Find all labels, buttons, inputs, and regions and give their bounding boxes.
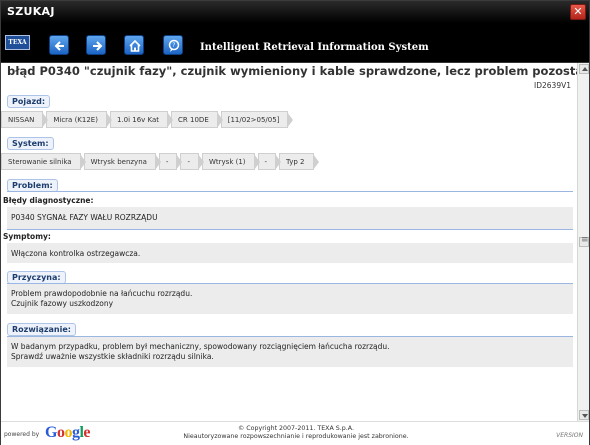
system-label: System: [7, 137, 54, 150]
vehicle-crumb: 1.0i 16v Kat [109, 111, 174, 128]
errors-label: Błędy diagnostyczne: [3, 196, 94, 205]
system-breadcrumb: Sterowanie silnika Wtrysk benzyna - - Wt… [1, 153, 320, 170]
system-crumb: - [180, 153, 204, 170]
app-window: SZUKAJ ✕ TEXA ? Intelligent Retrieval In… [0, 0, 590, 445]
vehicle-crumb: NISSAN [1, 111, 49, 128]
arrow-right-icon [93, 41, 103, 51]
scroll-down-button[interactable] [579, 410, 589, 420]
window-title: SZUKAJ [7, 5, 55, 18]
powered-by-label: powered by [4, 431, 40, 438]
copyright-notice: © Copyright 2007-2011. TEXA S.p.A. Nieau… [151, 425, 441, 441]
arrow-left-icon [54, 41, 64, 51]
help-button[interactable]: ? [163, 35, 183, 55]
section-divider [7, 229, 573, 230]
vertical-scrollbar[interactable] [577, 63, 589, 421]
document-content: błąd P0340 "czujnik fazy", czujnik wymie… [1, 63, 577, 421]
app-name: Intelligent Retrieval Information System [200, 42, 429, 53]
home-button[interactable] [124, 35, 144, 55]
cause-line: Problem prawdopodobnie na łańcuchu rozrz… [11, 289, 193, 298]
cause-text: Problem prawdopodobnie na łańcuchu rozrz… [7, 284, 573, 314]
home-icon [129, 39, 141, 52]
vehicle-crumb: CR 10DE [171, 111, 223, 128]
copyright-line: Nieautoryzowane rozpowszechnianie i repr… [183, 433, 409, 440]
version-label: VERSION [556, 432, 583, 439]
vehicle-crumb: [11/02>05/05] [220, 111, 294, 128]
vehicle-breadcrumb: NISSAN Micra (K12E) 1.0i 16v Kat CR 10DE… [1, 111, 294, 128]
system-crumb: Typ 2 [279, 153, 320, 170]
svg-text:?: ? [172, 42, 175, 49]
back-button[interactable] [49, 35, 69, 55]
symptoms-text: Włączona kontrolka ostrzegawcza. [7, 243, 573, 263]
solution-line: W badanym przypadku, problem był mechani… [11, 342, 390, 351]
symptoms-label: Symptomy: [3, 232, 51, 241]
page-title: błąd P0340 "czujnik fazy", czujnik wymie… [7, 64, 577, 78]
system-crumb: - [158, 153, 182, 170]
close-button[interactable]: ✕ [570, 4, 586, 20]
texa-logo: TEXA [5, 35, 30, 50]
toolbar: TEXA ? Intelligent Retrieval Information… [1, 23, 589, 63]
solution-label: Rozwiązanie: [7, 323, 76, 336]
solution-text: W badanym przypadku, problem był mechani… [7, 337, 573, 367]
footer: powered by Google © Copyright 2007-2011.… [1, 421, 589, 445]
cause-line: Czujnik fazowy uszkodzony [11, 299, 114, 308]
title-bar: SZUKAJ ✕ [1, 1, 589, 23]
system-crumb: Sterowanie silnika [1, 153, 86, 170]
vehicle-crumb: Micra (K12E) [46, 111, 112, 128]
help-bubble-icon: ? [168, 39, 180, 52]
scroll-thumb[interactable] [579, 235, 589, 247]
system-crumb: Wtrysk (1) [201, 153, 260, 170]
scroll-up-button[interactable] [579, 64, 589, 74]
google-logo: Google [45, 424, 91, 441]
errors-text: P0340 SYGNAŁ FAZY WAŁU ROZRZĄDU [7, 207, 573, 229]
copyright-line: © Copyright 2007-2011. TEXA S.p.A. [237, 425, 355, 432]
forward-button[interactable] [86, 35, 106, 55]
vehicle-label: Pojazd: [7, 95, 51, 108]
system-crumb: Wtrysk benzyna [83, 153, 162, 170]
section-divider [7, 191, 573, 192]
document-id: ID2639V1 [534, 81, 571, 90]
system-crumb: - [257, 153, 281, 170]
solution-line: Sprawdź uważnie wszystkie składniki rozr… [11, 352, 214, 361]
